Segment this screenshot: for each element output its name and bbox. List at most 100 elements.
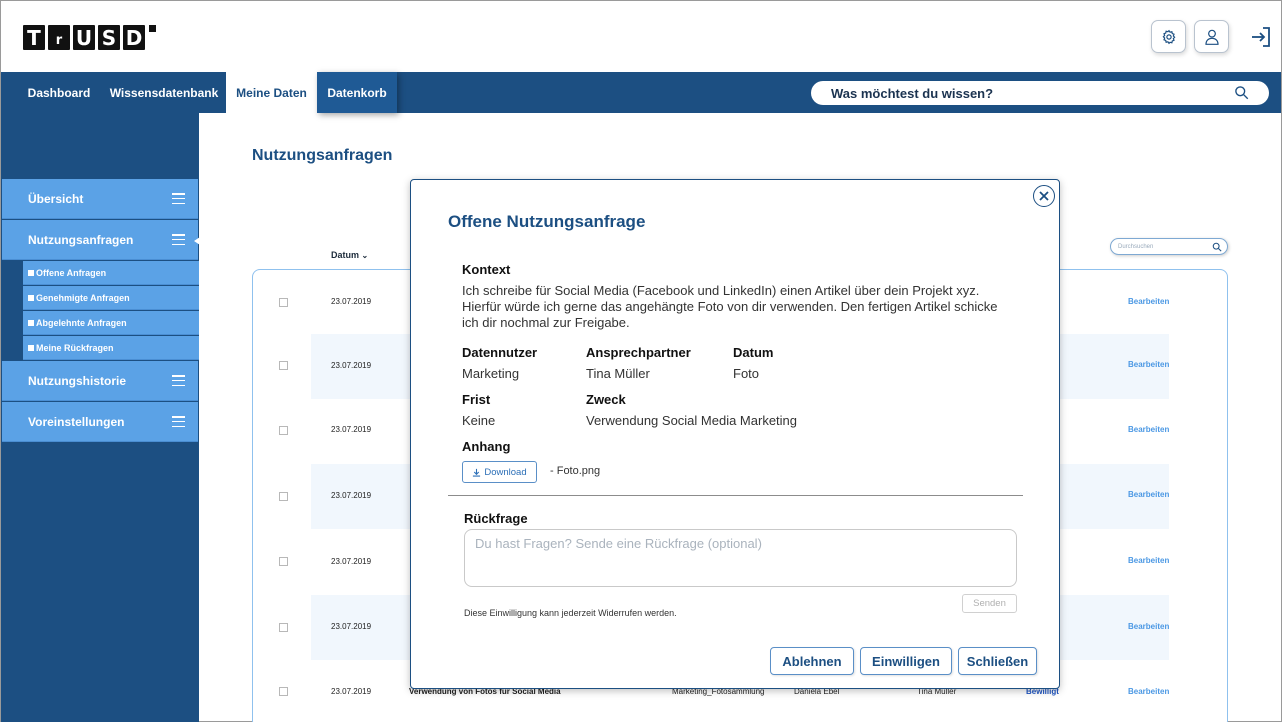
menu-icon[interactable] bbox=[172, 234, 185, 246]
reject-button[interactable]: Ablehnen bbox=[770, 647, 854, 675]
row-edit-link[interactable]: Bearbeiten bbox=[1128, 490, 1169, 499]
logo-letter: S bbox=[98, 25, 120, 50]
active-caret-icon bbox=[194, 237, 200, 245]
submenu-indent bbox=[2, 260, 23, 360]
datennutzer-value: Marketing bbox=[462, 366, 520, 381]
chevron-down-icon: ⌄ bbox=[361, 251, 369, 260]
table-search-input[interactable]: Durchsuchen bbox=[1110, 238, 1228, 255]
sidebar-item-label: Übersicht bbox=[28, 191, 84, 206]
sidebar-item-nutzungsanfragen[interactable]: Nutzungsanfragen bbox=[2, 220, 198, 260]
logo-letter: U bbox=[73, 25, 95, 50]
sidebar-item-voreinstellungen[interactable]: Voreinstellungen bbox=[2, 402, 198, 442]
frist-value: Keine bbox=[462, 413, 496, 428]
datum-label: Datum bbox=[733, 345, 774, 360]
download-icon bbox=[473, 468, 481, 477]
top-bar: T r U S D bbox=[1, 1, 1281, 72]
row-checkbox[interactable] bbox=[279, 687, 288, 696]
row-date: 23.07.2019 bbox=[331, 687, 372, 696]
row-date: 23.07.2019 bbox=[331, 361, 372, 370]
request-modal: Offene Nutzungsanfrage Kontext Ich schre… bbox=[410, 179, 1060, 689]
ansprechpartner-label: Ansprechpartner bbox=[586, 345, 691, 360]
profile-button[interactable] bbox=[1194, 20, 1229, 53]
row-edit-link[interactable]: Bearbeiten bbox=[1128, 556, 1169, 565]
bullet-icon bbox=[28, 294, 34, 301]
row-edit-link[interactable]: Bearbeiten bbox=[1128, 622, 1169, 631]
table-search-placeholder: Durchsuchen bbox=[1118, 243, 1154, 250]
logo-letter: D bbox=[123, 25, 145, 50]
tab-wissensdatenbank[interactable]: Wissensdatenbank bbox=[105, 72, 223, 113]
row-checkbox[interactable] bbox=[279, 298, 288, 307]
row-date: 23.07.2019 bbox=[331, 297, 372, 306]
modal-title: Offene Nutzungsanfrage bbox=[448, 212, 646, 231]
column-header-date[interactable]: Datum ⌄ bbox=[331, 250, 368, 260]
close-button[interactable] bbox=[1033, 185, 1055, 207]
rueckfrage-placeholder: Du hast Fragen? Sende eine Rückfrage (op… bbox=[475, 536, 762, 551]
attachment-filename: - Foto.png bbox=[550, 465, 601, 477]
row-date: 23.07.2019 bbox=[331, 557, 372, 566]
logo-square bbox=[149, 25, 156, 32]
row-checkbox[interactable] bbox=[279, 426, 288, 435]
context-label: Kontext bbox=[462, 262, 511, 277]
accept-button[interactable]: Einwilligen bbox=[860, 647, 952, 675]
row-date: 23.07.2019 bbox=[331, 491, 372, 500]
settings-button[interactable] bbox=[1151, 20, 1186, 53]
datennutzer-label: Datennutzer bbox=[462, 345, 538, 360]
row-checkbox[interactable] bbox=[279, 557, 288, 566]
sidebar-item-nutzungshistorie[interactable]: Nutzungshistorie bbox=[2, 361, 198, 401]
row-checkbox[interactable] bbox=[279, 361, 288, 370]
ansprechpartner-value: Tina Müller bbox=[586, 366, 650, 381]
row-edit-link[interactable]: Bearbeiten bbox=[1128, 297, 1169, 306]
frist-label: Frist bbox=[462, 392, 491, 407]
bullet-icon bbox=[28, 344, 34, 351]
menu-icon[interactable] bbox=[172, 416, 185, 428]
row-date: 23.07.2019 bbox=[331, 622, 372, 631]
context-text: Ich schreibe für Social Media (Facebook … bbox=[462, 283, 998, 330]
row-checkbox[interactable] bbox=[279, 492, 288, 501]
logo-letter: T bbox=[23, 25, 45, 50]
trusd-logo[interactable]: T r U S D bbox=[23, 25, 156, 50]
search-icon[interactable] bbox=[1234, 85, 1249, 100]
download-label: Download bbox=[484, 466, 527, 478]
main-search-input[interactable]: Was möchtest du wissen? bbox=[811, 81, 1269, 105]
tab-datenkorb[interactable]: Datenkorb bbox=[317, 72, 397, 113]
sidebar-subitem-label: Meine Rückfragen bbox=[36, 342, 114, 353]
row-edit-link[interactable]: Bearbeiten bbox=[1128, 425, 1169, 434]
send-button[interactable]: Senden bbox=[962, 594, 1017, 613]
logout-icon bbox=[1252, 27, 1270, 47]
sidebar-subitem-abgelehnte[interactable]: Abgelehnte Anfragen bbox=[23, 311, 199, 335]
zweck-value: Verwendung Social Media Marketing bbox=[586, 413, 798, 428]
row-edit-link[interactable]: Bearbeiten bbox=[1128, 360, 1169, 369]
menu-icon[interactable] bbox=[172, 375, 185, 387]
consent-note: Diese Einwilligung kann jederzeit Widerr… bbox=[464, 608, 677, 618]
tab-meine-daten[interactable]: Meine Daten bbox=[226, 72, 317, 113]
bullet-icon bbox=[28, 319, 34, 326]
sidebar-item-label: Voreinstellungen bbox=[28, 414, 125, 429]
logo-letter: r bbox=[48, 25, 70, 50]
gear-icon bbox=[1162, 29, 1175, 44]
rueckfrage-textarea[interactable]: Du hast Fragen? Sende eine Rückfrage (op… bbox=[464, 529, 1017, 587]
datum-value: Foto bbox=[733, 366, 760, 381]
tab-dashboard[interactable]: Dashboard bbox=[15, 72, 103, 113]
sidebar-subitem-label: Abgelehnte Anfragen bbox=[36, 317, 127, 328]
sidebar-subitem-offene[interactable]: Offene Anfragen bbox=[23, 261, 199, 285]
search-icon[interactable] bbox=[1212, 242, 1222, 252]
sidebar-subitem-label: Offene Anfragen bbox=[36, 267, 107, 278]
sidebar-subitem-label: Genehmigte Anfragen bbox=[36, 292, 130, 303]
download-button[interactable]: Download bbox=[462, 461, 537, 483]
logout-button[interactable] bbox=[1249, 25, 1273, 49]
sidebar-item-uebersicht[interactable]: Übersicht bbox=[2, 179, 198, 219]
close-icon bbox=[1039, 191, 1049, 201]
row-date: 23.07.2019 bbox=[331, 425, 372, 434]
anhang-label: Anhang bbox=[462, 439, 511, 454]
search-placeholder: Was möchtest du wissen? bbox=[831, 85, 994, 101]
menu-icon[interactable] bbox=[172, 193, 185, 205]
sidebar-item-label: Nutzungsanfragen bbox=[28, 232, 134, 247]
row-edit-link[interactable]: Bearbeiten bbox=[1128, 687, 1169, 696]
row-checkbox[interactable] bbox=[279, 623, 288, 632]
user-icon bbox=[1204, 29, 1219, 45]
zweck-label: Zweck bbox=[586, 392, 626, 407]
sidebar-subitem-rueckfragen[interactable]: Meine Rückfragen bbox=[23, 336, 199, 360]
close-modal-button[interactable]: Schließen bbox=[958, 647, 1037, 675]
page-title: Nutzungsanfragen bbox=[252, 147, 393, 164]
sidebar-subitem-genehmigte[interactable]: Genehmigte Anfragen bbox=[23, 286, 199, 310]
